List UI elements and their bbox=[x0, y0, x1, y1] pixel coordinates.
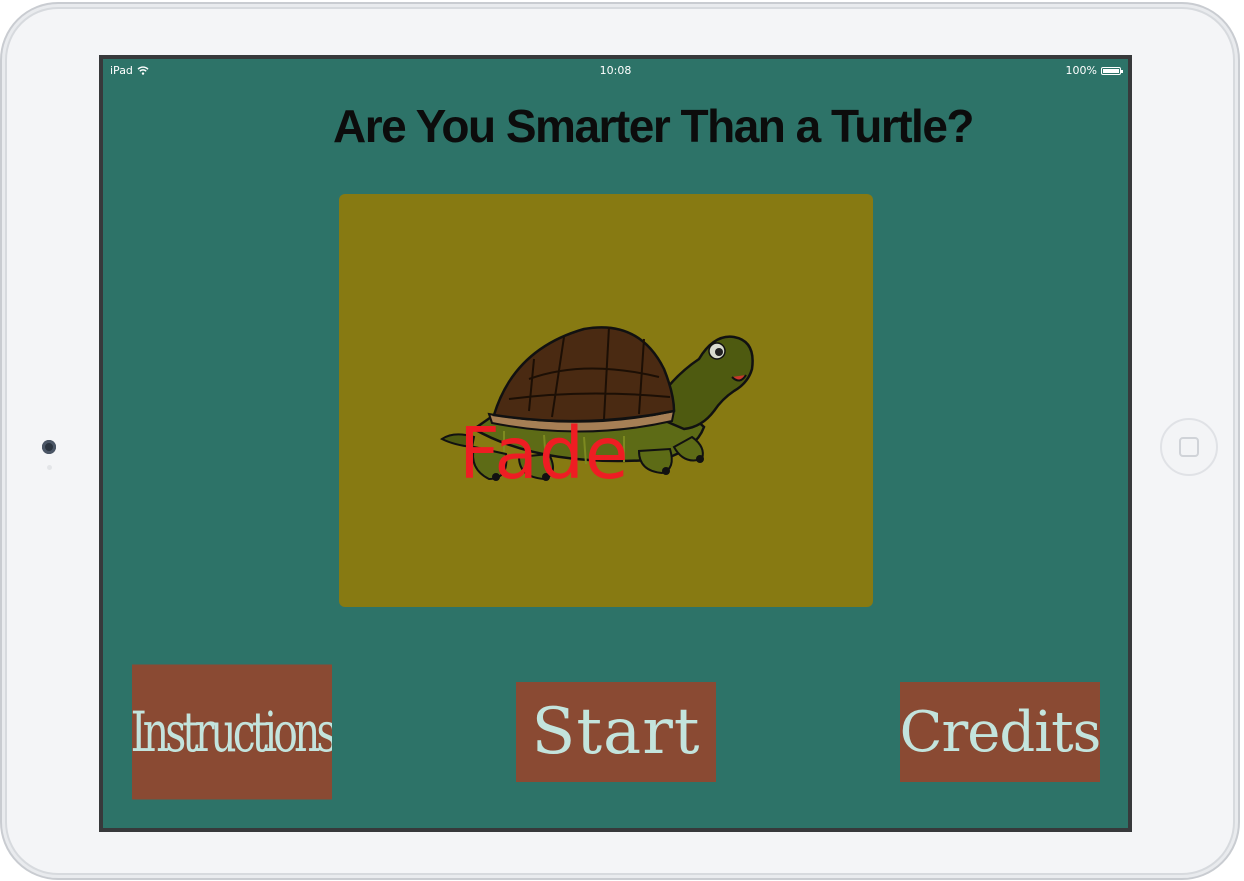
app-screen: iPad 10:08 100% Are You Smarter Than a T… bbox=[99, 55, 1132, 832]
turtle-card[interactable]: Fade bbox=[339, 194, 873, 607]
start-button[interactable]: Start bbox=[516, 682, 716, 782]
page-title: Are You Smarter Than a Turtle? bbox=[332, 100, 975, 152]
home-button[interactable] bbox=[1160, 418, 1218, 476]
credits-label: Credits bbox=[900, 699, 1100, 765]
start-label: Start bbox=[531, 695, 701, 769]
credits-button[interactable]: Credits bbox=[900, 682, 1100, 782]
clock: 10:08 bbox=[599, 64, 632, 77]
home-square-icon bbox=[1179, 437, 1199, 457]
battery-icon bbox=[1101, 66, 1123, 75]
instructions-label: Instructions bbox=[132, 699, 332, 765]
instructions-button[interactable]: Instructions bbox=[132, 664, 332, 800]
status-bar: iPad 10:08 100% bbox=[103, 59, 1128, 81]
battery-percent: 100% bbox=[1065, 64, 1097, 77]
battery-indicator: 100% bbox=[1065, 64, 1123, 77]
fade-label: Fade bbox=[459, 412, 630, 495]
ambient-sensor bbox=[47, 465, 52, 470]
front-camera bbox=[42, 440, 56, 454]
